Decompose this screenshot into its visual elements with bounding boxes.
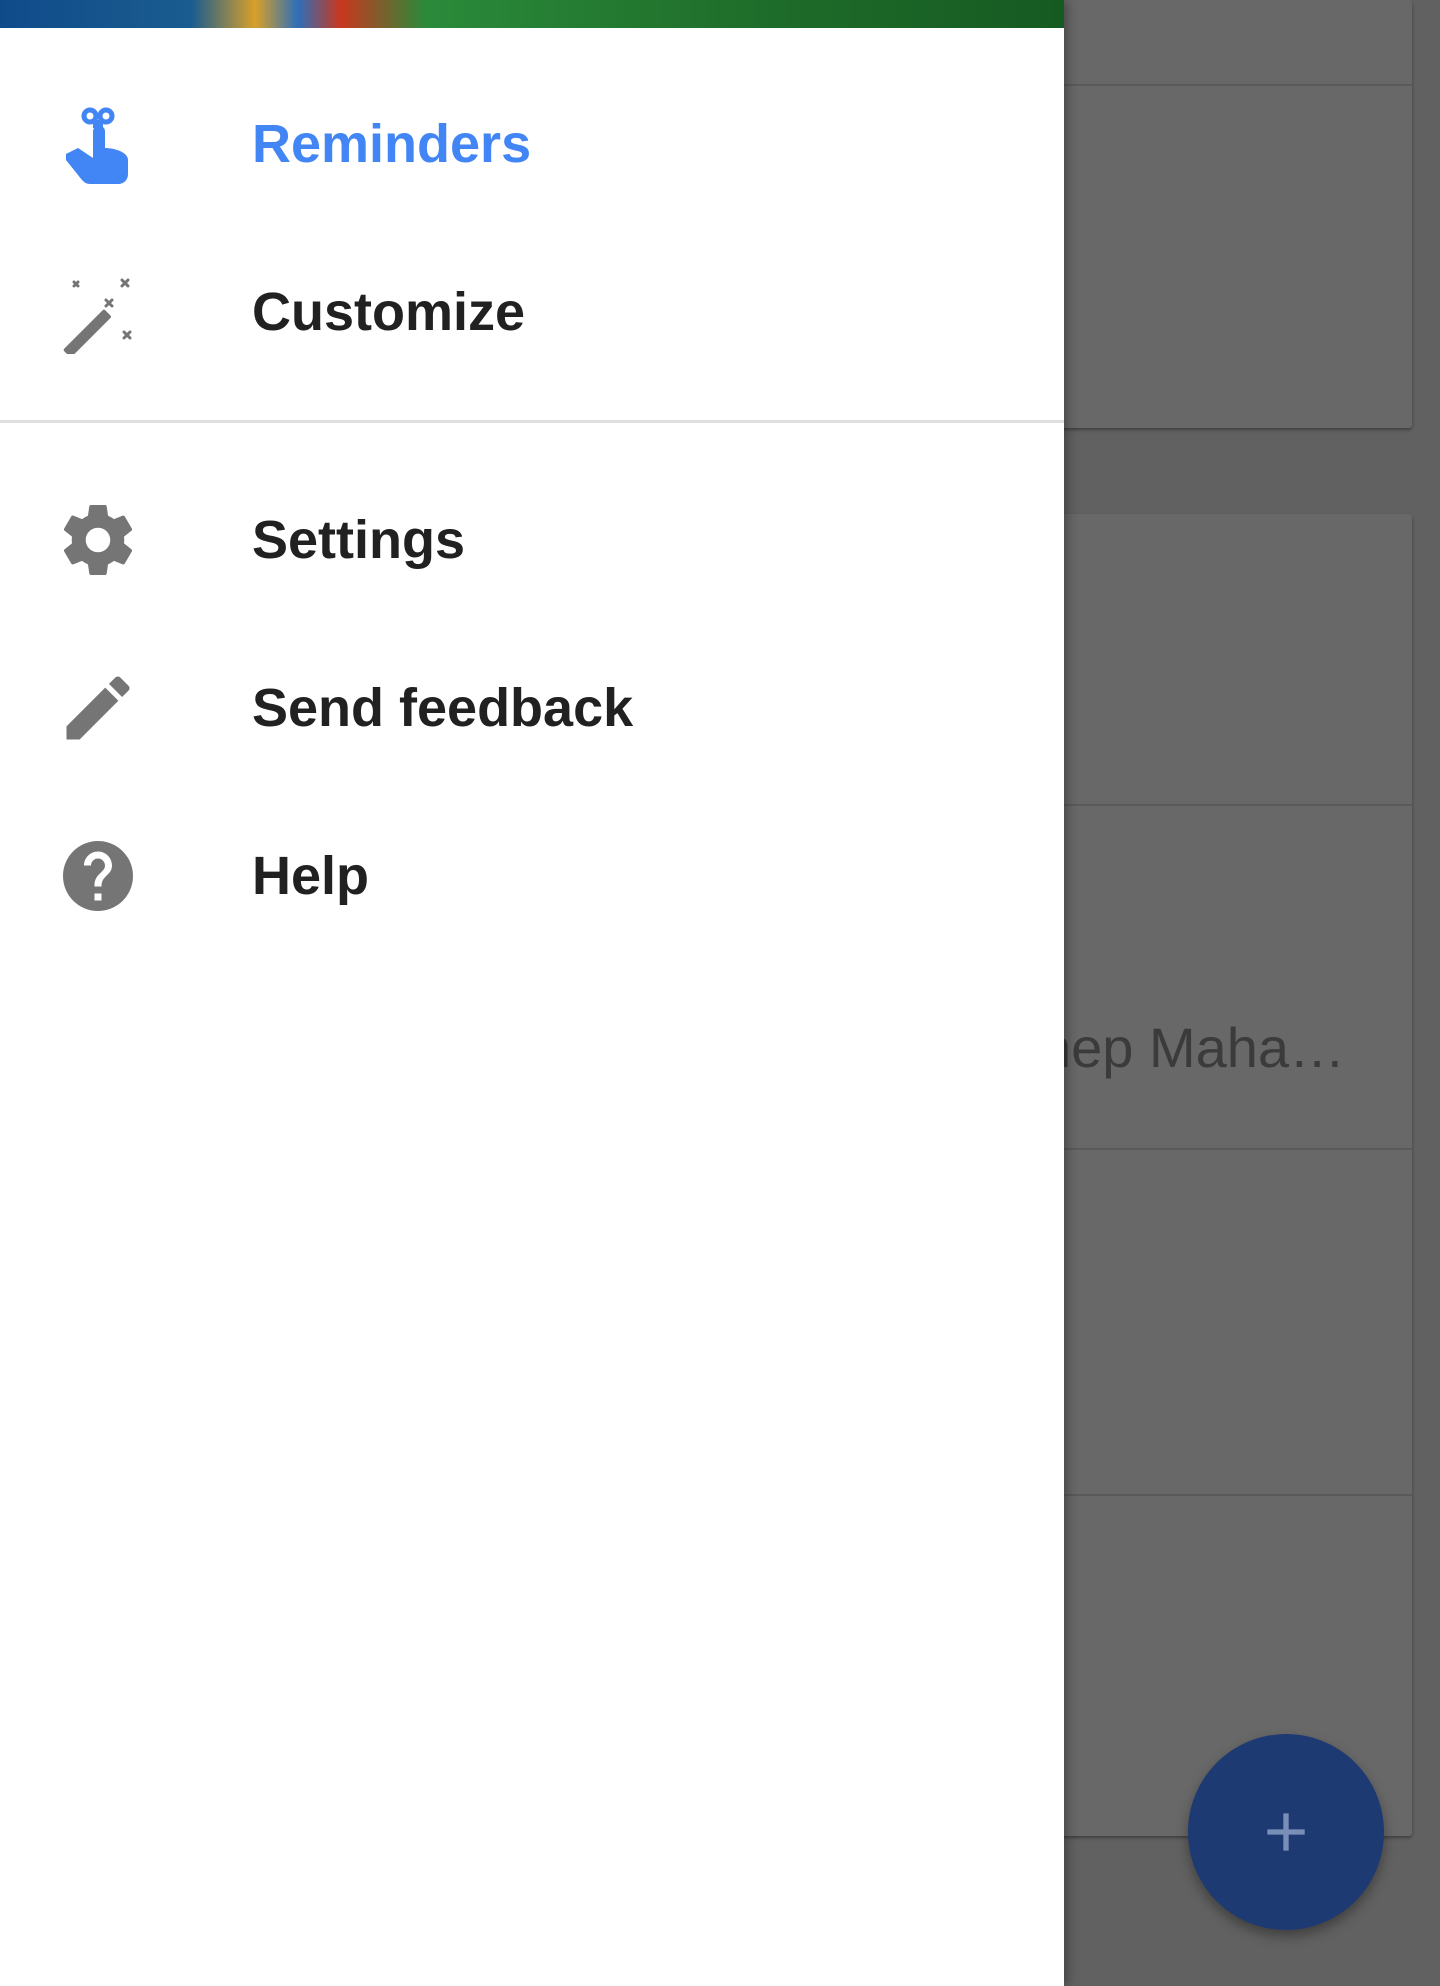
drawer-item-reminders[interactable]: Reminders xyxy=(0,60,1064,228)
help-circle-icon xyxy=(56,834,140,918)
drawer-item-customize[interactable]: Customize xyxy=(0,228,1064,396)
reminder-finger-icon xyxy=(56,102,140,186)
magic-wand-icon xyxy=(56,270,140,354)
drawer-item-label: Reminders xyxy=(252,114,532,174)
background-card xyxy=(1010,0,1412,428)
drawer-item-label: Help xyxy=(252,846,370,906)
navigation-drawer: Reminders Customize Settings Send feedba… xyxy=(0,0,1064,1986)
background-divider xyxy=(1010,1494,1412,1496)
drawer-item-settings[interactable]: Settings xyxy=(0,456,1064,624)
drawer-item-send-feedback[interactable]: Send feedback xyxy=(0,624,1064,792)
drawer-item-label: Settings xyxy=(252,510,466,570)
background-divider xyxy=(1010,1148,1412,1150)
drawer-item-label: Send feedback xyxy=(252,678,634,738)
drawer-header-image xyxy=(0,0,1064,28)
gear-icon xyxy=(56,498,140,582)
background-card xyxy=(1010,514,1412,1836)
drawer-item-help[interactable]: Help xyxy=(0,792,1064,960)
plus-icon xyxy=(1267,1813,1305,1851)
pencil-icon xyxy=(56,666,140,750)
drawer-divider xyxy=(0,420,1064,423)
drawer-item-label: Customize xyxy=(252,282,526,342)
add-fab-button[interactable] xyxy=(1188,1734,1384,1930)
background-divider xyxy=(1010,804,1412,806)
background-note-snippet: hep Maha… xyxy=(1040,1016,1346,1079)
background-divider xyxy=(1010,84,1412,86)
